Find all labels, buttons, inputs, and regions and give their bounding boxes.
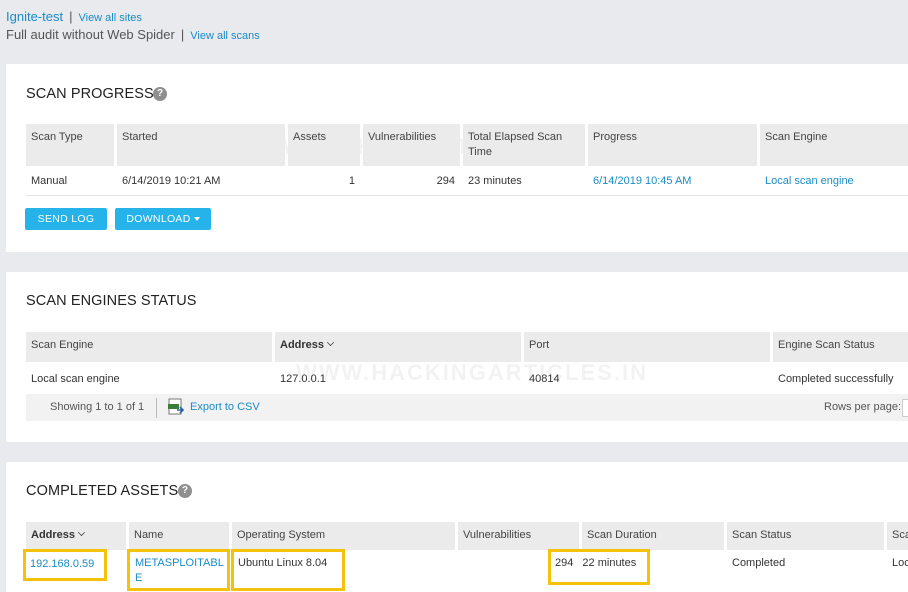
rows-per-page-label: Rows per page: xyxy=(824,401,902,413)
table-footer: Showing 1 to 1 of 1 Export to CSV Rows p… xyxy=(26,394,908,421)
col-vulnerabilities[interactable]: Vulnerabilities xyxy=(458,522,579,550)
scan-name: Full audit without Web Spider xyxy=(6,27,175,42)
col-address-label: Address xyxy=(31,529,76,541)
breadcrumb-separator: | xyxy=(180,27,185,42)
send-log-button[interactable]: SEND LOG xyxy=(25,208,107,230)
cell-started: 6/14/2019 10:21 AM xyxy=(122,175,221,187)
cell-scan-engine: Local scan engine xyxy=(760,168,908,195)
download-label: DOWNLOAD xyxy=(126,213,191,225)
cell-assets: 1 xyxy=(348,175,355,187)
col-engine-scan-status[interactable]: Engine Scan Status xyxy=(773,332,908,362)
sort-desc-icon xyxy=(327,339,334,346)
col-address[interactable]: Address xyxy=(275,332,521,362)
scan-progress-panel: SCAN PROGRESS ? WWW.HACKINGARTICLES.IN S… xyxy=(6,64,908,252)
cell-address: 127.0.0.1 xyxy=(280,373,326,385)
csv-icon xyxy=(167,398,185,417)
site-name-link[interactable]: Ignite-test xyxy=(6,9,63,24)
row-divider xyxy=(26,195,908,196)
cell-vulnerabilities: 294 xyxy=(555,557,574,569)
view-all-sites-link[interactable]: View all sites xyxy=(78,12,141,24)
col-scan-engine[interactable]: Scan Engine xyxy=(760,124,908,166)
col-operating-system[interactable]: Operating System xyxy=(232,522,455,550)
completed-assets-title: COMPLETED ASSETS xyxy=(26,483,179,499)
cell-name: METASPLOITABL E xyxy=(127,549,230,591)
col-scan-duration[interactable]: Scan Duration xyxy=(582,522,724,550)
col-scan-engine[interactable]: Scan Engine xyxy=(26,332,272,362)
cell-elapsed: 23 minutes xyxy=(468,175,522,187)
col-vulnerabilities[interactable]: Vulnerabilities xyxy=(363,124,460,166)
col-progress[interactable]: Progress xyxy=(588,124,757,166)
col-scan-engine[interactable]: Sca xyxy=(887,522,908,550)
cell-vuln-duration: 294 22 minutes xyxy=(548,549,650,585)
cell-scan-duration: 22 minutes xyxy=(582,557,637,569)
breadcrumb-separator: | xyxy=(69,9,73,24)
asset-name-link[interactable]: METASPLOITABL E xyxy=(135,557,224,584)
cell-address: 192.168.0.59 xyxy=(23,549,107,581)
footer-divider xyxy=(156,398,157,418)
rows-per-page-select[interactable] xyxy=(902,399,908,417)
col-scan-type[interactable]: Scan Type xyxy=(26,124,114,166)
completed-assets-panel: COMPLETED ASSETS ? Address Name Operatin… xyxy=(6,462,908,592)
cell-port: 40814 xyxy=(529,373,560,385)
cell-scan-engine: Local scan engine xyxy=(31,373,120,385)
scan-engine-link[interactable]: Local scan engine xyxy=(765,175,854,187)
export-csv-link[interactable]: Export to CSV xyxy=(190,401,260,413)
col-elapsed[interactable]: Total Elapsed Scan Time xyxy=(463,124,585,166)
scan-progress-title: SCAN PROGRESS xyxy=(26,86,154,102)
help-icon[interactable]: ? xyxy=(178,484,192,498)
col-scan-status[interactable]: Scan Status xyxy=(727,522,884,550)
cell-operating-system: Ubuntu Linux 8.04 xyxy=(231,549,345,591)
help-icon[interactable]: ? xyxy=(153,87,167,101)
download-button[interactable]: DOWNLOAD xyxy=(115,208,211,230)
scan-engines-status-panel: SCAN ENGINES STATUS WWW.HACKINGARTICLES.… xyxy=(6,272,908,442)
col-started[interactable]: Started xyxy=(117,124,285,166)
caret-down-icon xyxy=(193,217,200,221)
asset-address-link[interactable]: 192.168.0.59 xyxy=(30,558,94,570)
cell-scan-status: Completed xyxy=(732,557,786,569)
asset-name-line1: METASPLOITABL xyxy=(135,557,224,569)
scan-engines-status-title: SCAN ENGINES STATUS xyxy=(26,293,197,309)
col-name[interactable]: Name xyxy=(129,522,229,550)
cell-progress: 6/14/2019 10:45 AM xyxy=(588,168,757,195)
col-address[interactable]: Address xyxy=(26,522,126,550)
sort-desc-icon xyxy=(78,529,85,536)
cell-engine-status: Completed successfully xyxy=(778,373,894,385)
cell-scan-type: Manual xyxy=(31,175,68,187)
view-all-scans-link[interactable]: View all scans xyxy=(190,30,260,42)
cell-vulnerabilities: 294 xyxy=(436,175,455,187)
col-assets[interactable]: Assets xyxy=(288,124,360,166)
col-address-label: Address xyxy=(280,339,325,351)
showing-count: Showing 1 to 1 of 1 xyxy=(50,401,145,413)
col-port[interactable]: Port xyxy=(524,332,770,362)
asset-name-line2: E xyxy=(135,572,143,584)
breadcrumb-scan: Full audit without Web Spider | View all s… xyxy=(6,27,260,42)
cell-scan-engine: Loc xyxy=(892,557,908,569)
breadcrumb-site: Ignite-test | View all sites xyxy=(6,9,142,24)
progress-link[interactable]: 6/14/2019 10:45 AM xyxy=(593,175,691,187)
